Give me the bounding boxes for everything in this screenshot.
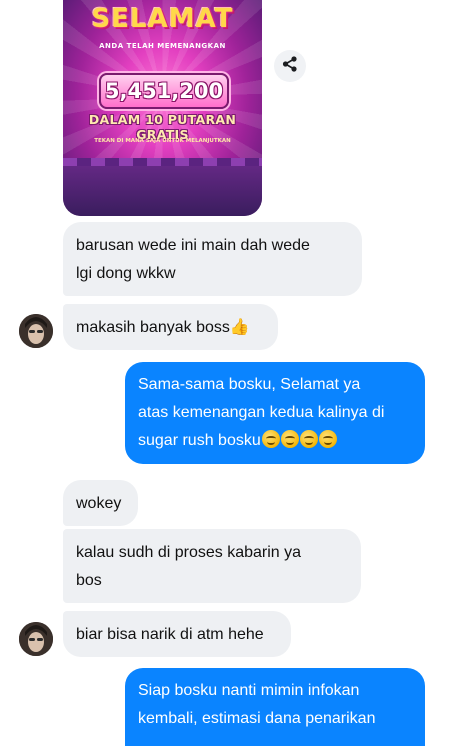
message-text: atas kemenangan kedua kalinya di <box>138 404 385 421</box>
avatar[interactable] <box>19 314 53 348</box>
image-reels-decoration <box>63 158 262 216</box>
message-bubble-incoming[interactable]: kalau sudh di proses kabarin ya bos <box>63 529 361 603</box>
continue-text: TEKAN DI MANA SAJA UNTUK MELANJUTKAN <box>94 138 231 144</box>
message-bubble-outgoing[interactable]: Sama-sama bosku, Selamat ya atas kemenan… <box>125 362 425 464</box>
share-icon <box>281 55 299 78</box>
message-text: wokey <box>76 495 122 512</box>
message-bubble-incoming[interactable]: biar bisa narik di atm hehe <box>63 611 291 657</box>
message-text: makasih banyak boss <box>76 319 230 336</box>
message-text: biar bisa narik di atm hehe <box>76 626 264 643</box>
message-text: Sama-sama bosku, Selamat ya <box>138 376 361 393</box>
smiling-face-icon <box>318 430 337 448</box>
message-bubble-incoming[interactable]: makasih banyak boss👍 <box>63 304 278 350</box>
smiling-face-icon <box>261 430 280 448</box>
image-caption: ANDA TELAH MEMENANGKAN <box>99 42 226 50</box>
avatar[interactable] <box>19 622 53 656</box>
share-button[interactable] <box>274 50 306 82</box>
image-attachment[interactable]: SELAMAT ANDA TELAH MEMENANGKAN 5,451,200… <box>63 0 262 216</box>
message-text: kembali, estimasi dana penarikan <box>138 710 376 727</box>
thumbs-up-icon: 👍 <box>229 319 250 336</box>
message-bubble-incoming[interactable]: barusan wede ini main dah wede lgi dong … <box>63 222 362 296</box>
message-text: kalau sudh di proses kabarin ya <box>76 544 302 561</box>
message-bubble-outgoing[interactable]: Siap bosku nanti mimin infokan kembali, … <box>125 668 425 746</box>
smiling-face-icon <box>280 430 299 448</box>
message-bubble-incoming[interactable]: wokey <box>63 480 138 526</box>
smiling-face-icon <box>299 430 318 448</box>
win-amount: 5,451,200 <box>99 73 229 109</box>
message-text: lgi dong wkkw <box>76 265 176 282</box>
message-text: bos <box>76 572 102 589</box>
message-text: barusan wede ini main dah wede <box>76 237 310 254</box>
message-text: Siap bosku nanti mimin infokan <box>138 682 360 699</box>
image-title: SELAMAT <box>91 4 234 34</box>
message-text: sugar rush bosku <box>138 432 261 449</box>
